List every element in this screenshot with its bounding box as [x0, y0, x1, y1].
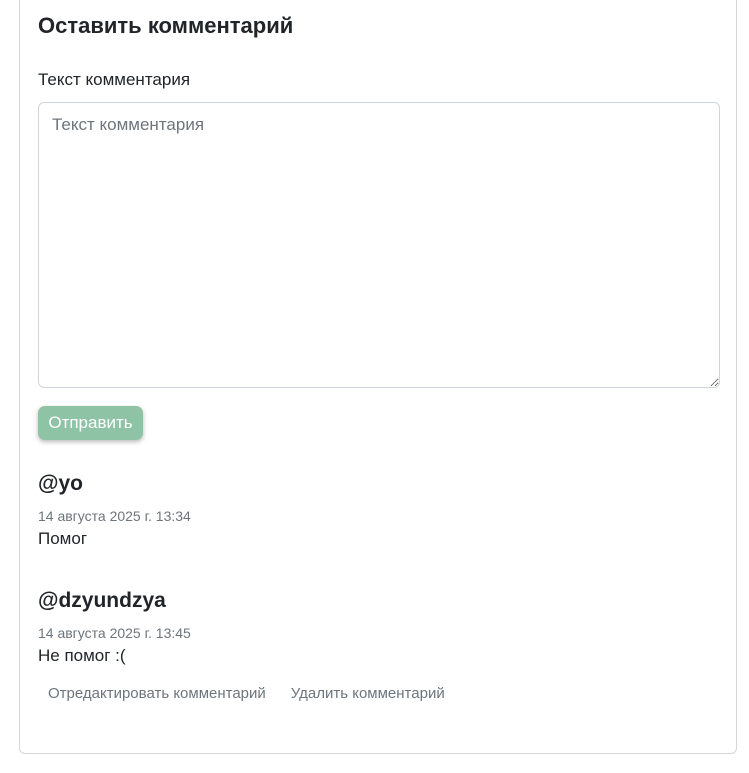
edit-comment-button[interactable]: Отредактировать комментарий	[38, 683, 276, 705]
comment-date: 14 августа 2025 г. 13:34	[38, 508, 191, 524]
delete-comment-button[interactable]: Удалить комментарий	[281, 683, 455, 705]
comment-author: @dzyundzya	[38, 589, 166, 612]
comment-text-label: Текст комментария	[38, 70, 191, 89]
comment-item: @dzyundzya 14 августа 2025 г. 13:45 Не п…	[38, 587, 718, 667]
form-heading: Оставить комментарий	[38, 13, 294, 38]
comment-text: Помог	[38, 529, 88, 548]
comment-textarea[interactable]	[38, 102, 720, 388]
comment-item: @yo 14 августа 2025 г. 13:34 Помог	[38, 470, 718, 550]
submit-button[interactable]: Отправить	[38, 406, 143, 440]
comment-text: Не помог :(	[38, 646, 126, 665]
comment-actions: Отредактировать комментарий Удалить комм…	[38, 683, 455, 705]
comment-author: @yo	[38, 472, 83, 495]
comment-date: 14 августа 2025 г. 13:45	[38, 625, 191, 641]
